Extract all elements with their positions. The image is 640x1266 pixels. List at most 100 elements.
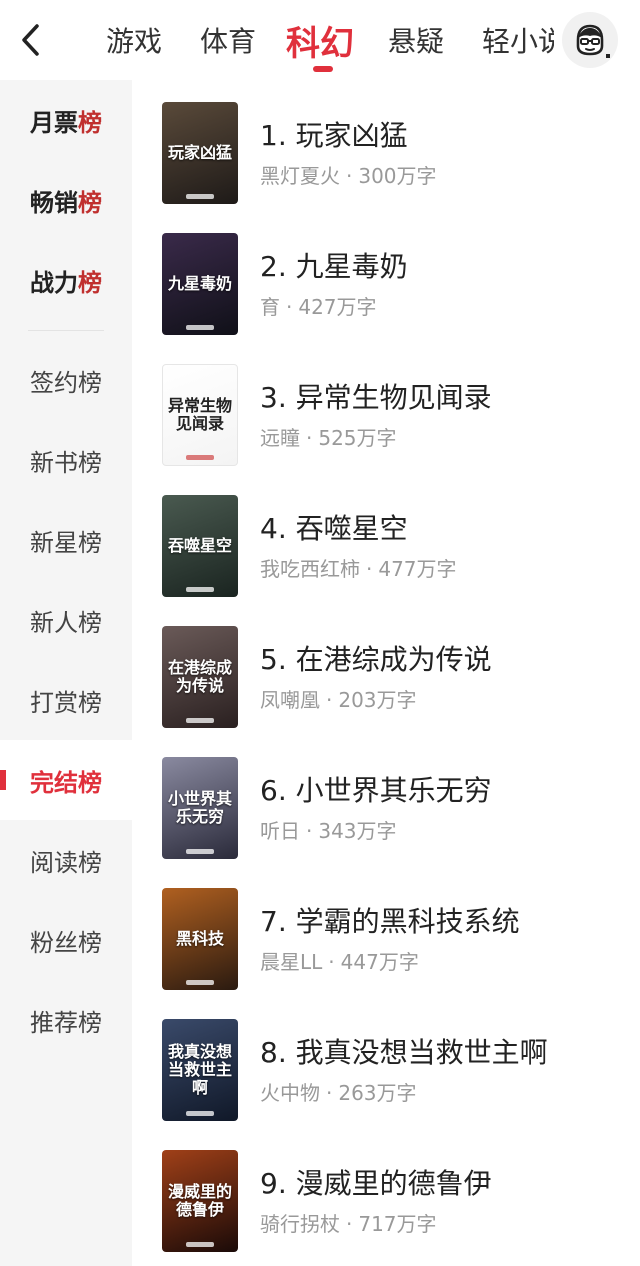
sidebar-item-label: 完结榜 <box>30 768 102 797</box>
book-title[interactable]: 5. 在港综成为传说 <box>260 638 492 678</box>
book-title-text: 学霸的黑科技系统 <box>295 905 520 938</box>
book-row[interactable]: 黑科技 7. 学霸的黑科技系统晨星LL · 447万字 <box>132 866 640 997</box>
sidebar-item-monthly[interactable]: 月票榜 <box>0 80 132 160</box>
book-cover-title: 小世界其乐无穷 <box>167 789 232 826</box>
book-title[interactable]: 3. 异常生物见闻录 <box>260 376 492 416</box>
book-author: 听日 <box>260 819 300 843</box>
book-cover[interactable]: 吞噬星空 <box>162 495 238 597</box>
book-title[interactable]: 9. 漫威里的德鲁伊 <box>260 1162 492 1202</box>
sidebar-item-signed[interactable]: 签约榜 <box>0 340 132 420</box>
book-cover[interactable]: 黑科技 <box>162 888 238 990</box>
separator-dot: · <box>346 164 353 188</box>
book-row[interactable]: 我真没想当救世主啊 8. 我真没想当救世主啊 火中物 · 263万字 <box>132 997 640 1128</box>
book-meta: 骑行拐杖 · 717万字 <box>260 1208 437 1237</box>
publisher-logo <box>186 980 214 985</box>
book-title-text: 吞噬星空 <box>295 512 408 545</box>
book-rank: 6. <box>260 774 287 807</box>
top-bar: 游戏 体育 科幻 悬疑 轻小说 <box>0 0 640 80</box>
book-title-text: 异常生物见闻录 <box>295 381 492 414</box>
sidebar-item-completed[interactable]: 完结榜 <box>0 740 132 820</box>
publisher-logo <box>186 194 214 199</box>
book-word-count: 300万字 <box>358 164 437 188</box>
book-row[interactable]: 漫威里的德鲁伊 9. 漫威里的德鲁伊骑行拐杖 · 717万字 <box>132 1128 640 1259</box>
book-meta: 育 · 427万字 <box>260 291 377 320</box>
sidebar-item-label: 战力 <box>30 268 78 297</box>
sidebar-item-recommend[interactable]: 推荐榜 <box>0 980 132 1060</box>
book-rank: 3. <box>260 381 287 414</box>
book-cover[interactable]: 漫威里的德鲁伊 <box>162 1150 238 1252</box>
book-title-text: 小世界其乐无穷 <box>295 774 492 807</box>
book-cover[interactable]: 异常生物见闻录 <box>162 364 238 466</box>
book-row[interactable]: 吞噬星空 4. 吞噬星空 我吃西红柿 · 477万字 <box>132 473 640 604</box>
user-avatar-icon <box>576 24 610 58</box>
book-meta: 火中物 · 263万字 <box>260 1077 417 1106</box>
separator-dot: · <box>328 950 335 974</box>
book-author: 骑行拐杖 <box>260 1212 340 1236</box>
tab-light-novel[interactable]: 轻小说 <box>482 0 554 80</box>
book-rank: 5. <box>260 643 287 676</box>
book-word-count: 203万字 <box>338 688 417 712</box>
book-cover-title: 异常生物见闻录 <box>167 396 232 433</box>
sidebar-item-tips[interactable]: 打赏榜 <box>0 660 132 740</box>
book-title[interactable]: 2. 九星毒奶 <box>260 245 408 285</box>
tab-suspense[interactable]: 悬疑 <box>388 0 444 80</box>
book-meta: 听日 · 343万字 <box>260 815 397 844</box>
book-title-text: 我真没想当救世主啊 <box>295 1036 548 1069</box>
sidebar-divider <box>28 330 104 331</box>
book-author: 黑灯夏火 <box>260 164 340 188</box>
book-title-text: 九星毒奶 <box>295 250 408 283</box>
sidebar-item-label: 月票 <box>30 108 78 137</box>
active-tab-indicator <box>313 66 333 72</box>
book-title[interactable]: 6. 小世界其乐无穷 <box>260 769 492 809</box>
sidebar-item-new-authors[interactable]: 新人榜 <box>0 580 132 660</box>
sidebar-item-power[interactable]: 战力榜 <box>0 240 132 320</box>
book-cover-title: 黑科技 <box>175 929 224 948</box>
book-word-count: 717万字 <box>358 1212 437 1236</box>
active-item-marker <box>0 770 6 790</box>
sidebar-item-fans[interactable]: 粉丝榜 <box>0 900 132 980</box>
book-row[interactable]: 小世界其乐无穷 6. 小世界其乐无穷 听日 · 343万字 <box>132 735 640 866</box>
book-meta: 远瞳 · 525万字 <box>260 422 397 451</box>
book-title[interactable]: 7. 学霸的黑科技系统 <box>260 900 520 940</box>
sidebar-item-new-stars[interactable]: 新星榜 <box>0 500 132 580</box>
book-author: 远瞳 <box>260 426 300 450</box>
book-cover[interactable]: 小世界其乐无穷 <box>162 757 238 859</box>
book-row[interactable]: 九星毒奶 2. 九星毒奶育 · 427万字 <box>132 211 640 342</box>
book-cover-title: 玩家凶猛 <box>167 143 232 162</box>
sidebar-item-new-books[interactable]: 新书榜 <box>0 420 132 500</box>
book-cover[interactable]: 在港综成为传说 <box>162 626 238 728</box>
book-cover[interactable]: 九星毒奶 <box>162 233 238 335</box>
book-title[interactable]: 1. 玩家凶猛 <box>260 114 408 154</box>
book-cover[interactable]: 玩家凶猛 <box>162 102 238 204</box>
book-rank: 4. <box>260 512 287 545</box>
publisher-logo <box>186 325 214 330</box>
book-word-count: 447万字 <box>340 950 419 974</box>
book-rank: 1. <box>260 119 287 152</box>
separator-dot: · <box>346 1212 353 1236</box>
tab-sports[interactable]: 体育 <box>200 0 256 80</box>
book-title[interactable]: 4. 吞噬星空 <box>260 507 408 547</box>
book-cover-title: 在港综成为传说 <box>167 658 232 695</box>
separator-dot: · <box>366 557 373 581</box>
sidebar-item-reading[interactable]: 阅读榜 <box>0 820 132 900</box>
book-row[interactable]: 在港综成为传说 5. 在港综成为传说 凤嘲凰 · 203万字 <box>132 604 640 735</box>
publisher-logo <box>186 1111 214 1116</box>
user-avatar[interactable] <box>562 12 618 68</box>
tab-games[interactable]: 游戏 <box>106 0 162 80</box>
separator-dot: · <box>286 295 293 319</box>
book-row[interactable]: 玩家凶猛 1. 玩家凶猛黑灯夏火 · 300万字 <box>132 80 640 211</box>
book-title-text: 在港综成为传说 <box>295 643 492 676</box>
book-rank: 2. <box>260 250 287 283</box>
separator-dot: · <box>326 1081 333 1105</box>
book-meta: 晨星LL · 447万字 <box>260 946 419 975</box>
sidebar-item-suffix: 榜 <box>78 268 102 297</box>
book-cover[interactable]: 我真没想当救世主啊 <box>162 1019 238 1121</box>
book-cover-title: 吞噬星空 <box>167 536 232 555</box>
book-row[interactable]: 异常生物见闻录 3. 异常生物见闻录 远瞳 · 525万字 <box>132 342 640 473</box>
separator-dot: · <box>306 426 313 450</box>
book-rank: 9. <box>260 1167 287 1200</box>
back-button[interactable] <box>14 18 48 62</box>
book-title[interactable]: 8. 我真没想当救世主啊 <box>260 1031 548 1071</box>
publisher-logo <box>186 849 214 854</box>
sidebar-item-bestseller[interactable]: 畅销榜 <box>0 160 132 240</box>
